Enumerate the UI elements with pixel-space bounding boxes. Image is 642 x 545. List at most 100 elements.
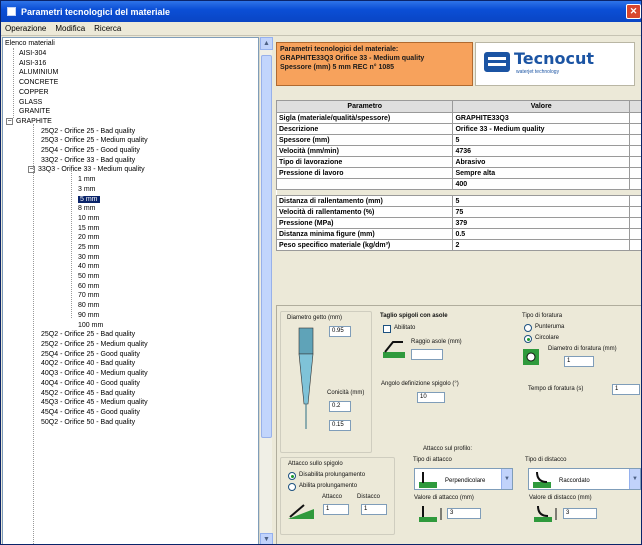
- collapse-icon[interactable]: −: [6, 117, 13, 125]
- value-cell[interactable]: 2: [452, 239, 630, 251]
- tree-item[interactable]: 3 mm: [78, 185, 96, 195]
- table-row[interactable]: Sigla (materiale/qualità/spessore) GRAPHI…: [275, 112, 641, 124]
- tree-item-label: 8 mm: [78, 205, 96, 212]
- edge-option-disable[interactable]: [288, 472, 296, 480]
- corner-enable-checkbox[interactable]: [383, 325, 391, 333]
- corner-enable-label: Abilitato: [394, 325, 416, 331]
- attack-value-input[interactable]: 3: [447, 508, 481, 519]
- tree-item[interactable]: 40Q2 - Orifice 40 - Bad quality: [41, 359, 135, 369]
- tree-item[interactable]: 45Q3 - Orifice 45 - Medium quality: [41, 398, 148, 408]
- table-row[interactable]: Tipo di lavorazione Abrasivo: [275, 156, 641, 168]
- title-bar[interactable]: Parametri tecnologici del materiale ✕: [1, 1, 641, 22]
- tree-item[interactable]: 50Q2 - Orifice 50 - Bad quality: [41, 418, 135, 428]
- tree-item[interactable]: 25Q2 - Orifice 25 - Bad quality: [41, 330, 135, 340]
- corner-angle-input[interactable]: 10: [417, 392, 445, 403]
- scroll-thumb[interactable]: [261, 55, 272, 438]
- table-row[interactable]: Pressione (MPa) 379: [275, 217, 641, 229]
- drill-diameter-input[interactable]: 1: [564, 356, 594, 367]
- table-row[interactable]: Peso specifico materiale (kg/dm³) 2: [275, 239, 641, 251]
- slot-radius-input[interactable]: [411, 349, 443, 360]
- drill-time-input[interactable]: 1: [612, 384, 640, 395]
- tree-item[interactable]: 20 mm: [78, 233, 99, 243]
- table-row[interactable]: Velocità (mm/min) 4736: [275, 145, 641, 157]
- table-row[interactable]: Pressione di lavoro Sempre alta: [275, 167, 641, 179]
- scroll-down-arrow-icon[interactable]: ▼: [260, 533, 273, 544]
- tree-item-label: 50 mm: [78, 273, 100, 280]
- tree-item[interactable]: 10 mm: [78, 214, 99, 224]
- table-row[interactable]: Velocità di rallentamento (%) 75: [275, 206, 641, 218]
- material-tree[interactable]: Elenco materiali AISI-304 AISI-316 ALUMINI…: [2, 37, 259, 544]
- edge-attack-input[interactable]: 1: [323, 504, 349, 515]
- jet-diameter-input[interactable]: 0.95: [329, 326, 351, 337]
- value-cell[interactable]: 5: [452, 134, 630, 146]
- tree-item[interactable]: 45Q4 - Orifice 45 - Good quality: [41, 408, 140, 418]
- tree-item[interactable]: 25Q3 - Orifice 25 - Medium quality: [41, 136, 148, 146]
- conicity-bottom-input[interactable]: 0.15: [329, 420, 351, 431]
- value-cell[interactable]: 379: [452, 217, 630, 229]
- tree-item[interactable]: 25Q2 - Orifice 25 - Medium quality: [41, 340, 148, 350]
- table-row[interactable]: Distanza minima figure (mm) 0.5: [275, 228, 641, 240]
- tree-item[interactable]: 80 mm: [78, 301, 99, 311]
- tree-item[interactable]: 25Q4 - Orifice 25 - Good quality: [41, 146, 140, 156]
- extra-cell: [628, 112, 641, 124]
- tree-item[interactable]: GRANITE: [19, 107, 50, 117]
- tree-item-label: 15 mm: [78, 225, 100, 232]
- tree-item[interactable]: 90 mm: [78, 311, 99, 321]
- table-row[interactable]: 400: [275, 178, 641, 190]
- tree-item[interactable]: 1 mm: [78, 175, 96, 185]
- value-cell[interactable]: 0.5: [452, 228, 630, 240]
- drill-time-label: Tempo di foratura (s): [528, 386, 584, 392]
- material-info-box: Parametri tecnologici del materiale: GRA…: [276, 42, 473, 86]
- tree-item[interactable]: 25 mm: [78, 243, 99, 253]
- table-row[interactable]: Distanza di rallentamento (mm) 5: [275, 195, 641, 207]
- tree-item[interactable]: 40 mm: [78, 262, 99, 272]
- scroll-up-arrow-icon[interactable]: ▲: [260, 37, 273, 50]
- distance-value-input[interactable]: 3: [563, 508, 597, 519]
- menu-ricerca[interactable]: Ricerca: [94, 24, 121, 33]
- conicity-input[interactable]: 0.2: [329, 401, 351, 412]
- tree-item[interactable]: COPPER: [19, 88, 49, 98]
- edge-attack-icon: [288, 504, 314, 519]
- attack-type-dropdown-arrow-icon[interactable]: ▼: [501, 469, 512, 489]
- tree-item[interactable]: −33Q3 - Orifice 33 - Medium quality: [28, 165, 145, 175]
- tree-item[interactable]: AISI-304: [19, 49, 46, 59]
- value-cell[interactable]: 4736: [452, 145, 630, 157]
- tree-item[interactable]: 70 mm: [78, 291, 99, 301]
- value-cell[interactable]: 5: [452, 195, 630, 207]
- distance-type-select[interactable]: Raccordato ▼: [528, 468, 641, 490]
- value-cell[interactable]: Sempre alta: [452, 167, 630, 179]
- tree-item[interactable]: 50 mm: [78, 272, 99, 282]
- tree-item-label: 10 mm: [78, 215, 100, 222]
- menu-bar: Operazione Modifica Ricerca: [1, 22, 641, 36]
- tree-item-label: 40Q4 - Orifice 40 - Good quality: [41, 380, 140, 387]
- table-row[interactable]: Descrizione Orifice 33 - Medium quality: [275, 123, 641, 135]
- tree-item[interactable]: 40Q4 - Orifice 40 - Good quality: [41, 379, 140, 389]
- conicity-label: Conicità (mm): [327, 390, 365, 396]
- value-cell[interactable]: Abrasivo: [452, 156, 630, 168]
- tree-item[interactable]: 40Q3 - Orifice 40 - Medium quality: [41, 369, 148, 379]
- edge-distance-label: Distacco: [357, 494, 381, 500]
- value-cell[interactable]: 75: [452, 206, 630, 218]
- info-line-1: Parametri tecnologici del materiale:: [280, 46, 399, 53]
- distance-type-dropdown-arrow-icon[interactable]: ▼: [629, 469, 640, 489]
- tree-item-label: 50Q2 - Orifice 50 - Bad quality: [41, 419, 136, 426]
- menu-modifica[interactable]: Modifica: [55, 24, 85, 33]
- tree-item[interactable]: − GRAPHITE: [6, 117, 52, 127]
- close-button[interactable]: ✕: [626, 4, 641, 19]
- table-row[interactable]: Spessore (mm) 5: [275, 134, 641, 146]
- value-cell[interactable]: 400: [452, 178, 630, 190]
- tree-item[interactable]: ALUMINIUM: [19, 68, 58, 78]
- parameter-cell: Pressione di lavoro: [275, 167, 454, 179]
- tree-item[interactable]: CONCRETE: [19, 78, 58, 88]
- drilling-option-punteruma[interactable]: [524, 324, 532, 332]
- menu-operazione[interactable]: Operazione: [5, 24, 46, 33]
- edge-distance-input[interactable]: 1: [361, 504, 387, 515]
- attack-type-select[interactable]: Perpendicolare ▼: [414, 468, 513, 490]
- drilling-option-circolare[interactable]: [524, 335, 532, 343]
- tree-scrollbar[interactable]: ▲ ▼: [259, 37, 273, 544]
- value-cell[interactable]: Orifice 33 - Medium quality: [452, 123, 630, 135]
- edge-option-enable[interactable]: [288, 483, 296, 491]
- value-cell[interactable]: GRAPHITE33Q3: [452, 112, 630, 124]
- tree-item[interactable]: 8 mm: [78, 204, 96, 214]
- edge-attack-title: Attacco sullo spigolo: [288, 461, 343, 467]
